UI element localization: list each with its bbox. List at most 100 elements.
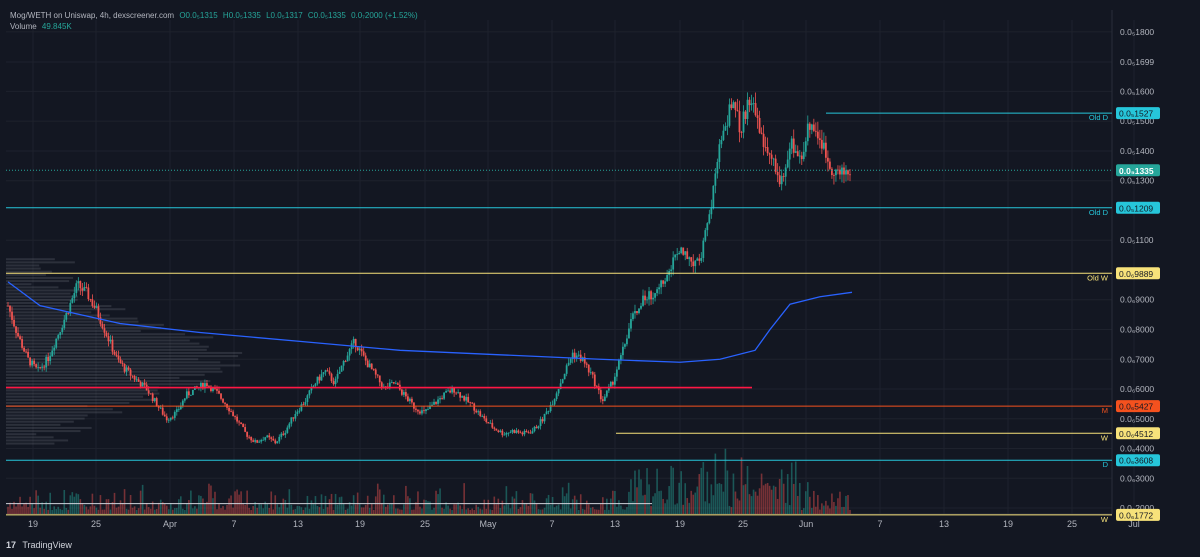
volume-bar <box>433 507 435 514</box>
candle-body <box>71 298 74 303</box>
candle-body <box>660 280 663 288</box>
volume-bar <box>370 504 373 514</box>
level-tag: W <box>1101 433 1109 442</box>
candle-body <box>236 416 238 422</box>
tradingview-logo-icon: 17 <box>6 540 17 550</box>
candle-body <box>640 305 642 309</box>
candle-body <box>501 430 504 436</box>
volume-profile-bar <box>6 423 61 426</box>
candle-body <box>841 167 843 175</box>
volume-bar <box>176 507 178 514</box>
volume-legend: Volume 49.845K <box>10 22 75 31</box>
candle-body <box>525 430 528 433</box>
candle-body <box>652 297 654 300</box>
volume-bar <box>326 507 329 514</box>
candle-body <box>163 414 166 417</box>
candle-body <box>75 283 78 294</box>
volume-bar <box>107 499 110 514</box>
candle-body <box>650 291 652 300</box>
candle-body <box>256 440 259 443</box>
volume-bar <box>497 498 500 514</box>
volume-bar <box>346 508 349 514</box>
candle-body <box>734 102 737 110</box>
volume-bar <box>804 491 807 514</box>
volume-bar <box>290 504 293 514</box>
candle-body <box>491 422 494 428</box>
volume-profile-bar <box>6 389 158 392</box>
candle-body <box>756 115 759 119</box>
volume-bar <box>308 508 311 514</box>
volume-bar <box>167 509 170 514</box>
candle-body <box>155 398 158 407</box>
candle-body <box>292 417 295 419</box>
level-price-label: 0.0₅1209 <box>1119 203 1153 213</box>
volume-profile-bar <box>6 439 69 442</box>
volume-profile-bar <box>6 320 139 323</box>
volume-profile-bar <box>6 395 144 398</box>
volume-bar <box>481 509 484 514</box>
candle-body <box>634 311 636 314</box>
volume-bar <box>378 489 381 514</box>
candle-body <box>630 319 632 329</box>
volume-bar <box>316 505 319 514</box>
candle-body <box>346 355 349 362</box>
candle-body <box>73 293 76 299</box>
volume-bar <box>473 509 476 514</box>
volume-bar <box>772 485 775 514</box>
price-chart[interactable]: 19 25 Apr 7 13 19 25 May 7 13 19 25 Jun 7 13 19 25 Jul0.0… <box>0 0 1200 557</box>
volume-bar <box>29 496 31 514</box>
volume-bar <box>407 496 409 514</box>
candle-body <box>485 418 488 423</box>
candle-body <box>143 382 146 385</box>
volume-bar <box>284 500 287 514</box>
candle-body <box>157 406 160 408</box>
chart-frame[interactable]: 19 25 Apr 7 13 19 25 May 7 13 19 25 Jun 7 13 19 25 Jul 0.0… <box>0 0 1200 557</box>
candle-body <box>218 390 220 394</box>
volume-profile-bar <box>6 392 160 395</box>
candle-body <box>101 323 104 329</box>
candle-body <box>829 161 831 169</box>
volume-bar <box>847 495 849 514</box>
candle-body <box>55 338 58 348</box>
level-tag: M <box>1102 406 1108 415</box>
volume-bar <box>511 496 514 514</box>
volume-bar <box>314 496 317 514</box>
candle-body <box>808 123 811 130</box>
volume-bar <box>220 508 222 514</box>
volume-bar <box>131 507 134 514</box>
volume-profile-bar <box>6 326 162 329</box>
candle-body <box>240 422 243 424</box>
candle-body <box>632 313 634 320</box>
candle-body <box>523 430 526 435</box>
volume-bar <box>736 498 739 514</box>
candle-body <box>89 299 92 300</box>
volume-bar <box>487 499 490 514</box>
candle-body <box>356 347 359 351</box>
volume-bar <box>489 509 492 514</box>
candle-body <box>181 400 184 406</box>
candle-body <box>37 366 40 368</box>
volume-bar <box>149 508 152 514</box>
volume-bar <box>35 490 37 514</box>
volume-bar <box>784 502 787 514</box>
candle-body <box>165 416 168 421</box>
volume-bar <box>47 509 49 514</box>
level-price-label: 0.0₆9889 <box>1119 269 1153 279</box>
tradingview-branding[interactable]: 17 TradingView <box>6 540 72 550</box>
volume-bar <box>543 507 546 514</box>
candle-body <box>802 151 805 160</box>
candle-body <box>77 281 80 284</box>
volume-bar <box>839 491 841 514</box>
level-price-label: 0.0₅1527 <box>1119 109 1153 119</box>
candle-body <box>537 426 540 429</box>
volume-bar <box>139 490 142 514</box>
candle-body <box>248 436 251 438</box>
candle-body <box>605 390 608 397</box>
volume-bar <box>358 504 361 514</box>
volume-bar <box>798 483 801 514</box>
volume-bar <box>768 485 771 514</box>
candle-body <box>555 393 558 400</box>
volume-bar <box>722 491 725 514</box>
volume-profile-bar <box>6 442 55 445</box>
candle-body <box>782 176 785 177</box>
